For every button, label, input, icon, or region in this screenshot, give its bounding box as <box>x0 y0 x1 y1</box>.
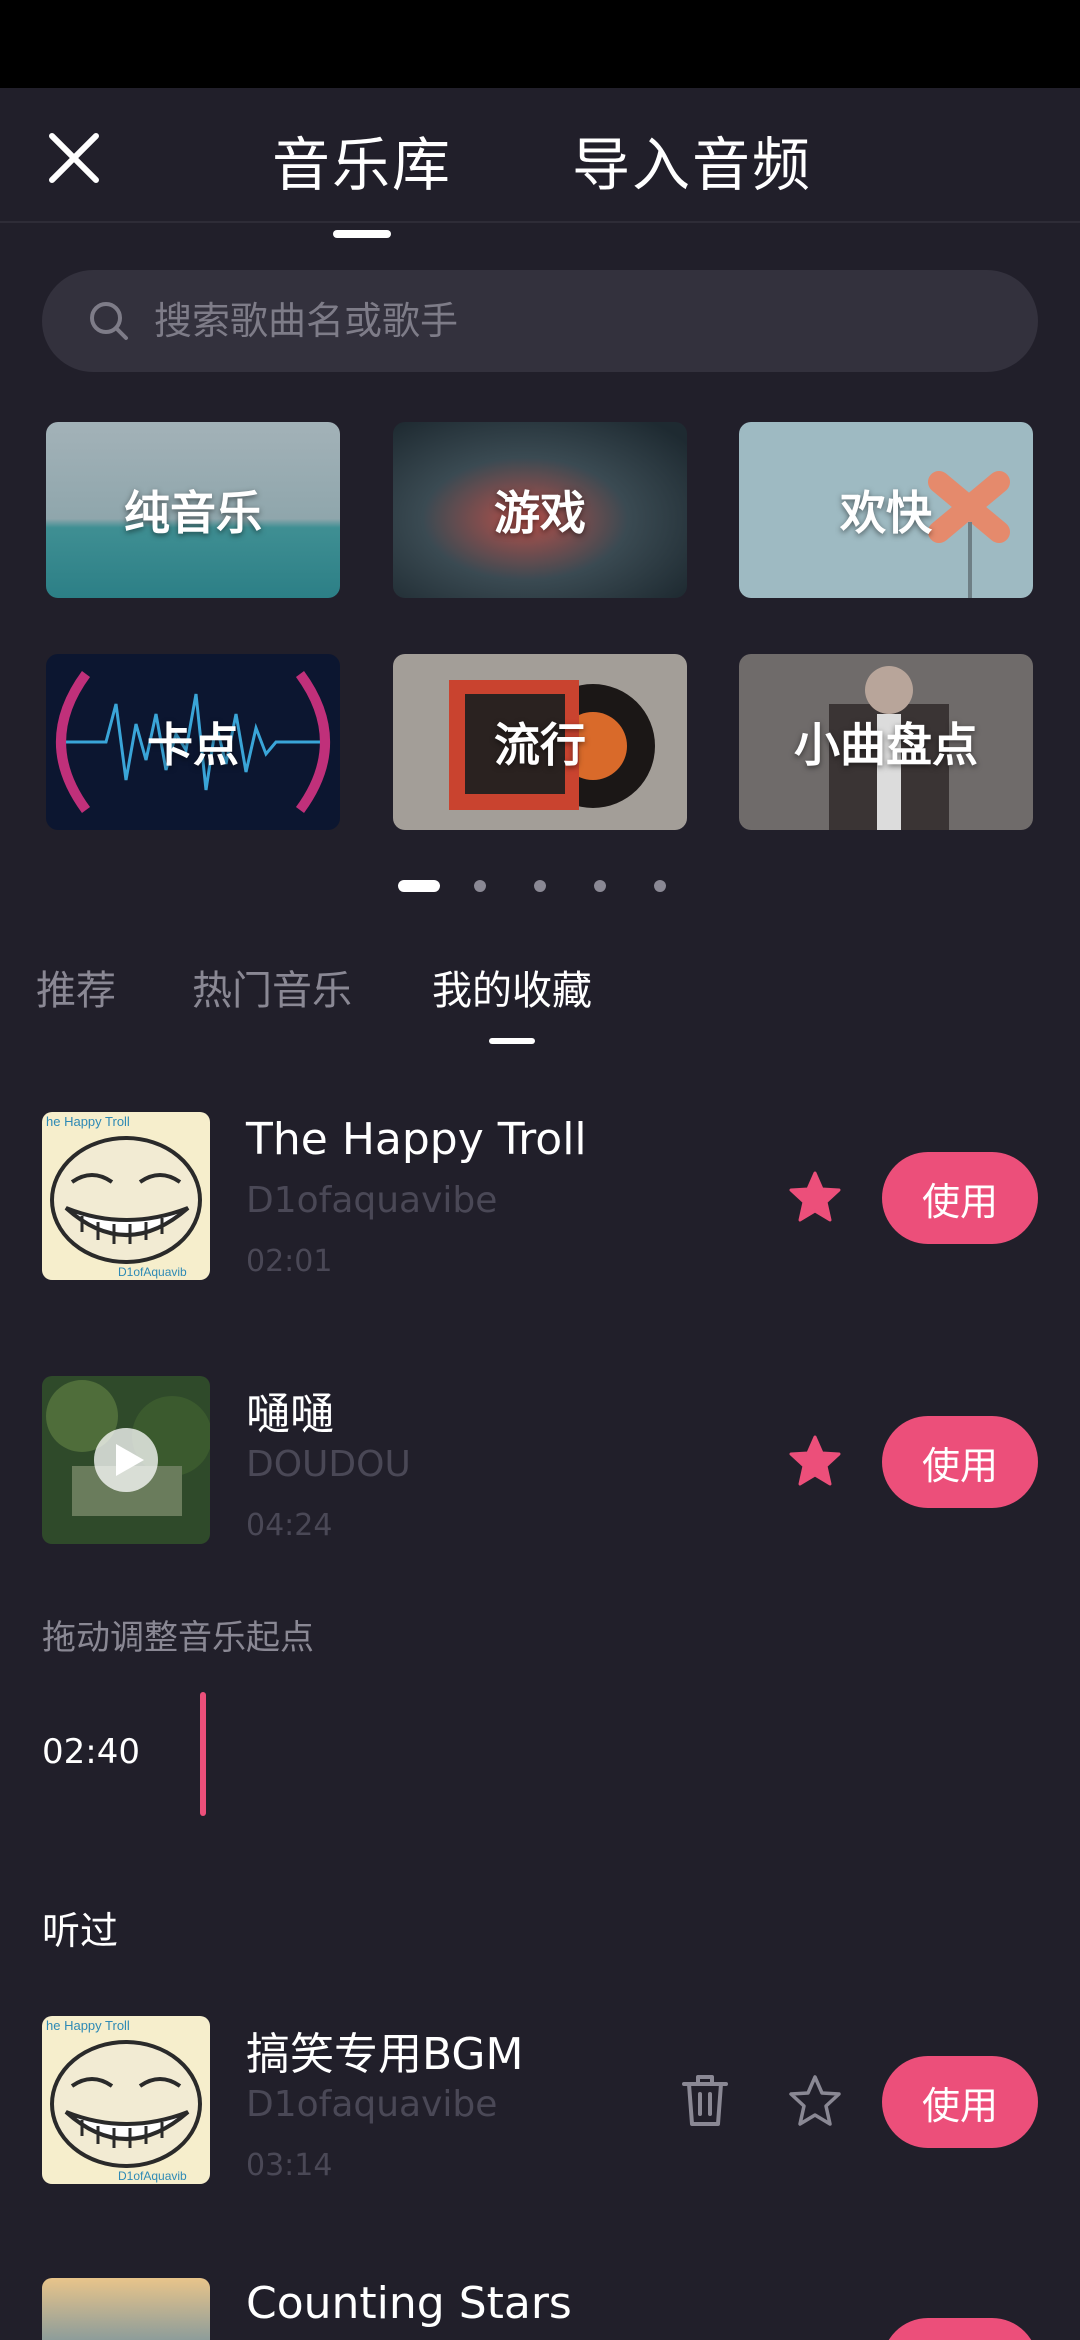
troll-cover-art: he Happy Troll D1ofAquavib <box>42 1112 210 1280</box>
category-pure-music[interactable]: 纯音乐 <box>46 422 340 598</box>
song-title: Counting Stars <box>246 2278 572 2329</box>
song-title: 搞笑专用BGM <box>246 2029 524 2080</box>
trim-start-time: 02:40 <box>42 1732 140 1772</box>
search-bar[interactable] <box>42 270 1038 372</box>
list-item[interactable]: he Happy Troll D1ofAquavib 搞笑专用BGM D1ofa… <box>0 2016 1080 2186</box>
star-filled-icon[interactable] <box>788 1170 842 1224</box>
song-title: 嗵嗵 <box>246 1389 334 1440</box>
history-section-title: 听过 <box>42 1909 119 1953</box>
tab-recommended[interactable]: 推荐 <box>36 958 116 1016</box>
tab-hot-music[interactable]: 热门音乐 <box>192 958 352 1016</box>
use-button[interactable]: 使用 <box>882 1152 1038 1244</box>
troll-cover-art: he Happy Troll D1ofAquavib <box>42 2016 210 2184</box>
star-filled-icon[interactable] <box>788 1434 842 1488</box>
search-icon <box>90 302 128 340</box>
page-dot-active <box>398 880 440 892</box>
close-icon[interactable] <box>46 130 102 186</box>
album-cover-art <box>42 1376 210 1544</box>
trash-icon[interactable] <box>678 2072 732 2128</box>
song-duration: 02:01 <box>246 1244 333 1279</box>
category-label: 纯音乐 <box>124 486 262 540</box>
list-item[interactable]: 嗵嗵 DOUDOU 04:24 使用 <box>0 1376 1080 1546</box>
use-button[interactable]: 使用 <box>882 2056 1038 2148</box>
tab-music-library[interactable]: 音乐库 <box>272 118 452 202</box>
star-outline-icon[interactable] <box>788 2074 842 2128</box>
page-indicator <box>0 878 1080 892</box>
list-item[interactable]: he Happy Troll D1ofAquavib The Happy Tro… <box>0 1112 1080 1282</box>
page-dot <box>534 880 546 892</box>
tab-my-favorites[interactable]: 我的收藏 <box>432 958 592 1016</box>
song-duration: 03:14 <box>246 2148 333 2183</box>
page-dot <box>594 880 606 892</box>
search-input[interactable] <box>154 270 994 372</box>
use-button[interactable] <box>882 2318 1038 2340</box>
song-artist: DOUDOU <box>246 1444 411 1485</box>
svg-text:he Happy Troll: he Happy Troll <box>46 1114 130 1129</box>
album-cover-art <box>42 2278 210 2340</box>
svg-text:D1ofAquavib: D1ofAquavib <box>118 2169 187 2183</box>
header: 音乐库 导入音频 <box>0 88 1080 223</box>
category-game[interactable]: 游戏 <box>393 422 687 598</box>
category-happy[interactable]: 欢快 <box>739 422 1033 598</box>
use-button[interactable]: 使用 <box>882 1416 1038 1508</box>
category-pop[interactable]: 流行 <box>393 654 687 830</box>
song-duration: 04:24 <box>246 1508 333 1543</box>
category-label: 流行 <box>494 718 586 772</box>
list-item[interactable]: Counting Stars <box>0 2278 1080 2340</box>
page-dot <box>654 880 666 892</box>
svg-text:D1ofAquavib: D1ofAquavib <box>118 1265 187 1279</box>
category-song-ranking[interactable]: 小曲盘点 <box>739 654 1033 830</box>
category-label: 卡点 <box>147 718 239 772</box>
page-dot <box>474 880 486 892</box>
song-artist: D1ofaquavibe <box>246 1180 498 1221</box>
category-label: 欢快 <box>840 486 932 540</box>
category-label: 小曲盘点 <box>794 718 978 772</box>
category-beat[interactable]: 卡点 <box>46 654 340 830</box>
song-title: The Happy Troll <box>246 1114 587 1165</box>
trim-start-handle[interactable] <box>200 1692 206 1816</box>
status-bar <box>0 0 1080 88</box>
song-artist: D1ofaquavibe <box>246 2084 498 2125</box>
category-label: 游戏 <box>494 486 586 540</box>
trim-hint: 拖动调整音乐起点 <box>42 1618 314 1658</box>
tab-import-audio[interactable]: 导入音频 <box>572 118 812 202</box>
svg-text:he Happy Troll: he Happy Troll <box>46 2018 130 2033</box>
